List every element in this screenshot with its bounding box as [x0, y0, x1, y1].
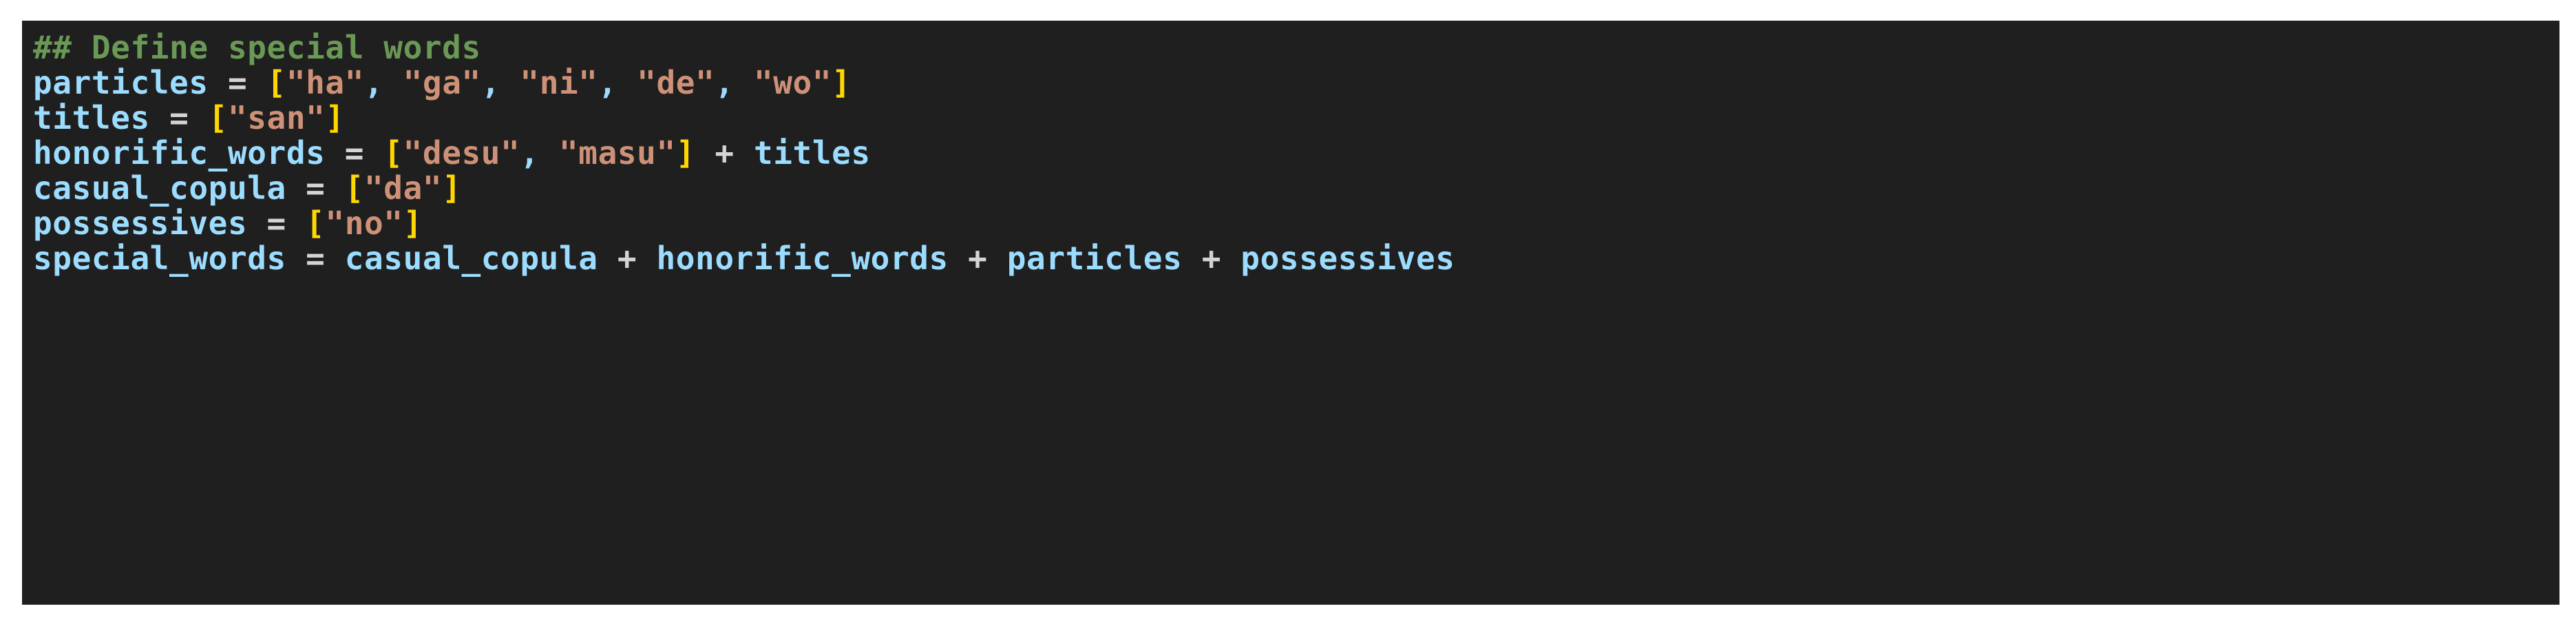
code-token-punct: ,: [364, 64, 384, 101]
code-line: ## Define special words: [22, 30, 2559, 65]
code-token-punct: ,: [520, 134, 540, 171]
code-token-op: =: [266, 205, 286, 242]
code-line: honorific_words = ["desu", "masu"] + tit…: [22, 136, 2559, 171]
code-token-string: "ha": [286, 64, 365, 101]
code-token-string: "masu": [558, 134, 676, 171]
code-token-bracket: [: [266, 64, 286, 101]
code-token-var: honorific_words: [33, 134, 326, 171]
code-token-string: "da": [364, 169, 443, 207]
code-token-punct: ,: [715, 64, 735, 101]
code-token-string: "de": [637, 64, 715, 101]
code-token-var: casual_copula: [344, 240, 598, 277]
code-token-string: "wo": [753, 64, 832, 101]
code-token-op: =: [306, 240, 326, 277]
code-token-op: +: [617, 240, 637, 277]
code-line: casual_copula = ["da"]: [22, 171, 2559, 206]
code-token-string: "ga": [403, 64, 481, 101]
code-token-op: =: [227, 64, 248, 101]
code-token-var: particles: [33, 64, 209, 101]
code-token-string: "desu": [403, 134, 520, 171]
code-token-op: +: [1201, 240, 1221, 277]
code-token-var: honorific_words: [656, 240, 949, 277]
code-token-bracket: ]: [442, 169, 462, 207]
code-token-op: +: [715, 134, 735, 171]
code-line: particles = ["ha", "ga", "ni", "de", "wo…: [22, 65, 2559, 101]
code-token-bracket: [: [208, 99, 228, 136]
code-token-var: titles: [753, 134, 871, 171]
code-token-punct: ,: [481, 64, 501, 101]
code-token-bracket: [: [383, 134, 403, 171]
code-token-op: =: [169, 99, 189, 136]
code-token-bracket: ]: [675, 134, 696, 171]
code-line: possessives = ["no"]: [22, 206, 2559, 241]
code-lines-container: ## Define special words particles = ["ha"…: [22, 30, 2559, 276]
code-token-string: "san": [227, 99, 326, 136]
code-token-string: "ni": [520, 64, 598, 101]
code-token-var: special_words: [33, 240, 286, 277]
code-token-op: =: [306, 169, 326, 207]
code-token-bracket: ]: [403, 205, 423, 242]
code-token-string: "no": [325, 205, 403, 242]
code-token-bracket: ]: [325, 99, 345, 136]
code-token-punct: ,: [598, 64, 617, 101]
code-token-op: +: [968, 240, 988, 277]
code-line: special_words = casual_copula + honorifi…: [22, 241, 2559, 276]
code-token-comment: ## Define special words: [33, 29, 481, 66]
code-token-var: possessives: [1241, 240, 1455, 277]
code-token-bracket: [: [344, 169, 365, 207]
code-token-var: titles: [33, 99, 150, 136]
code-block[interactable]: ## Define special words particles = ["ha"…: [22, 21, 2559, 605]
code-token-var: particles: [1006, 240, 1183, 277]
code-token-var: casual_copula: [33, 169, 286, 207]
code-token-var: possessives: [33, 205, 248, 242]
code-token-bracket: [: [306, 205, 326, 242]
code-token-bracket: ]: [832, 64, 852, 101]
code-line: titles = ["san"]: [22, 101, 2559, 136]
code-token-op: =: [344, 134, 365, 171]
